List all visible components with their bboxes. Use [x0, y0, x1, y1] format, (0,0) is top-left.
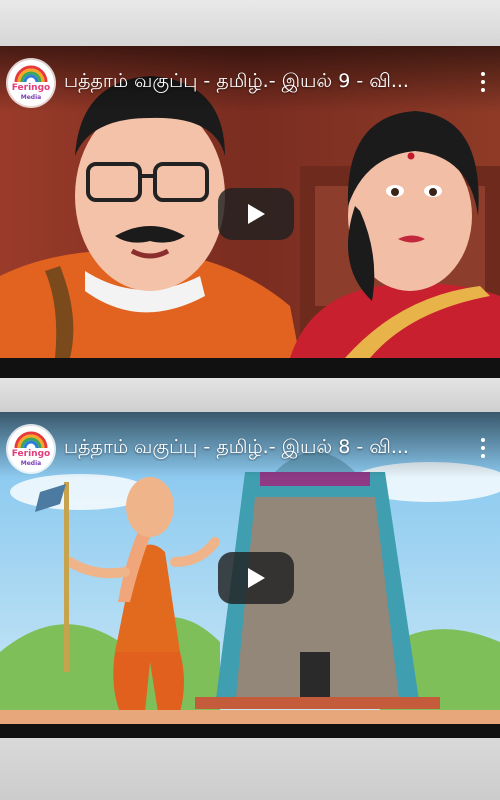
feed-spacer-top — [0, 0, 500, 46]
channel-logo-subtext: Media — [20, 94, 42, 101]
channel-logo-subtext: Media — [20, 460, 42, 467]
play-icon — [248, 568, 265, 588]
feed-spacer-bottom — [0, 738, 500, 800]
play-button[interactable] — [218, 552, 294, 604]
video-title[interactable]: பத்தாம் வகுப்பு - தமிழ்.- இயல் 9 - வி... — [64, 70, 464, 95]
video-card[interactable]: Feringo Media பத்தாம் வகுப்பு - தமிழ்.- … — [0, 412, 500, 738]
more-vert-icon[interactable] — [480, 438, 486, 460]
play-icon — [248, 204, 265, 224]
more-vert-icon[interactable] — [480, 72, 486, 94]
feed-spacer — [0, 378, 500, 412]
channel-avatar[interactable]: Feringo Media — [8, 60, 54, 106]
channel-avatar[interactable]: Feringo Media — [8, 426, 54, 472]
video-title[interactable]: பத்தாம் வகுப்பு - தமிழ்.- இயல் 8 - வி... — [64, 436, 464, 461]
video-card[interactable]: Feringo Media பத்தாம் வகுப்பு - தமிழ்.- … — [0, 46, 500, 378]
play-button[interactable] — [218, 188, 294, 240]
channel-logo-text: Feringo — [11, 449, 51, 459]
channel-logo-text: Feringo — [11, 83, 51, 93]
